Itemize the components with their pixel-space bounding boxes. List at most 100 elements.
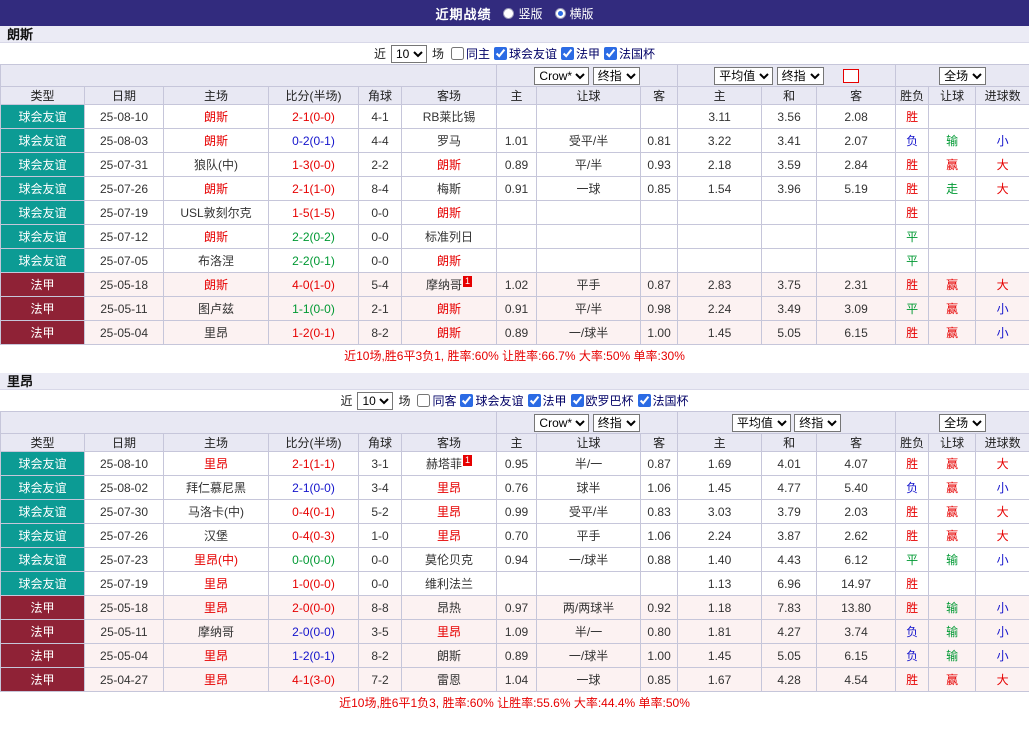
- match-date: 25-07-05: [84, 248, 164, 273]
- scope-select[interactable]: 全场: [939, 66, 987, 85]
- filter-checkbox-同客[interactable]: 同客: [417, 392, 456, 409]
- checkbox-input[interactable]: [450, 46, 464, 60]
- col-date: 日期: [84, 86, 164, 105]
- match-date: 25-05-11: [84, 619, 164, 644]
- result-cell: 胜: [895, 176, 930, 201]
- score-cell: 0-4(0-3): [268, 523, 359, 548]
- col-handicap: 让球: [536, 433, 642, 452]
- avg-draw-odds: 3.59: [761, 152, 818, 177]
- corners-cell: 3-1: [358, 451, 402, 476]
- layout-radio-vertical[interactable]: 竖版: [503, 5, 543, 22]
- team-name-text: 摩纳哥: [426, 278, 463, 292]
- handicap-line: 受平/半: [536, 128, 642, 153]
- filter-checkbox-欧罗巴杯[interactable]: 欧罗巴杯: [570, 392, 634, 409]
- match-date: 25-05-11: [84, 296, 164, 321]
- avg-select[interactable]: 平均值: [731, 413, 791, 432]
- result-cell: 胜: [895, 200, 930, 225]
- checkbox-input[interactable]: [417, 393, 431, 407]
- filter-checkbox-球会友谊[interactable]: 球会友谊: [460, 392, 524, 409]
- col-goals: 进球数: [975, 86, 1029, 105]
- checkbox-input[interactable]: [570, 393, 584, 407]
- team-name-text: 里昂: [203, 326, 228, 340]
- handicap-result-cell: 输: [928, 619, 977, 644]
- home-odds: 1.09: [496, 619, 538, 644]
- avg-time-select[interactable]: 终指: [776, 66, 824, 85]
- radio-icon: [554, 7, 566, 19]
- checkbox-label: 法国杯: [619, 46, 656, 61]
- match-row: 法甲 25-05-11 图卢兹 1-1(0-0) 2-1 朗斯 0.91 平/半 0.98 2.2…: [0, 296, 1029, 321]
- filter-checkbox-法国杯[interactable]: 法国杯: [604, 45, 655, 62]
- corners-cell: 8-2: [358, 320, 402, 345]
- away-odds: 0.80: [640, 619, 679, 644]
- filter-checkbox-法甲[interactable]: 法甲: [527, 392, 567, 409]
- avg-home-odds: 1.40: [677, 547, 763, 572]
- avg-time-select[interactable]: 终指: [794, 413, 842, 432]
- match-type-cell: 法甲: [0, 296, 85, 321]
- away-odds: 0.87: [640, 451, 679, 476]
- match-type-cell: 球会友谊: [0, 176, 85, 201]
- odds-time-select[interactable]: 终指: [592, 66, 640, 85]
- away-team: 雷恩: [400, 667, 498, 692]
- odds-company-select[interactable]: Crow*: [534, 66, 590, 85]
- checkbox-input[interactable]: [604, 46, 618, 60]
- handicap-line: 一球: [536, 176, 642, 201]
- handicap-result-cell: 赢: [928, 272, 977, 297]
- avg-home-odds: 3.03: [677, 499, 763, 524]
- handicap-result-cell: [928, 224, 977, 249]
- match-type-cell: 球会友谊: [0, 499, 85, 524]
- avg-select[interactable]: 平均值: [714, 66, 774, 85]
- checkbox-input[interactable]: [637, 393, 651, 407]
- away-team: 梅斯: [400, 176, 498, 201]
- recent-count-select[interactable]: 10: [390, 44, 427, 63]
- away-team: 里昂: [400, 523, 498, 548]
- corners-cell: 0-0: [358, 571, 402, 596]
- score-cell: 2-1(1-1): [268, 451, 359, 476]
- checkbox-input[interactable]: [527, 393, 541, 407]
- filter-checkbox-球会友谊[interactable]: 球会友谊: [494, 45, 557, 62]
- result-cell: 胜: [895, 523, 930, 548]
- home-team: 朗斯: [163, 224, 269, 249]
- handicap-result-cell: [928, 571, 977, 596]
- recent-count-select[interactable]: 10: [357, 391, 394, 410]
- odds-time-select[interactable]: 终指: [592, 413, 640, 432]
- match-type-cell: 球会友谊: [0, 451, 85, 476]
- col-odds-away: 客: [640, 433, 679, 452]
- checkbox-input[interactable]: [460, 393, 474, 407]
- match-row: 法甲 25-04-27 里昂 4-1(3-0) 7-2 雷恩 1.04 一球 0.85 1.67 4…: [0, 667, 1029, 692]
- col-corner: 角球: [358, 433, 402, 452]
- avg-away-odds: 4.07: [816, 451, 897, 476]
- page-title: 近期战绩: [435, 6, 492, 22]
- home-team: 里昂: [163, 451, 269, 476]
- layout-radio-horizontal[interactable]: 横版: [554, 5, 594, 22]
- corners-cell: 1-0: [358, 523, 402, 548]
- filter-checkbox-法国杯[interactable]: 法国杯: [637, 392, 689, 409]
- goals-result-cell: 大: [975, 272, 1029, 297]
- col-score: 比分(半场): [268, 433, 359, 452]
- avg-away-odds: 2.08: [816, 104, 897, 129]
- avg-home-odds: 3.11: [677, 104, 763, 129]
- avg-home-odds: 2.83: [677, 272, 763, 297]
- match-type-cell: 球会友谊: [0, 200, 85, 225]
- handicap-line: 一/球半: [536, 320, 642, 345]
- checkbox-input[interactable]: [494, 46, 507, 60]
- away-odds: 0.85: [640, 667, 679, 692]
- odds-company-select[interactable]: Crow*: [534, 413, 590, 432]
- checkbox-input[interactable]: [561, 46, 575, 60]
- radio-icon: [503, 7, 515, 19]
- goals-result-cell: 小: [975, 595, 1029, 620]
- team-name-text: 里昂(中): [194, 553, 238, 567]
- team-name-text: 朗斯: [437, 326, 462, 340]
- filter-checkbox-同主[interactable]: 同主: [450, 45, 490, 62]
- team-name-text: 梅斯: [437, 182, 462, 196]
- scope-select[interactable]: 全场: [939, 413, 987, 432]
- filter-checkbox-法甲[interactable]: 法甲: [561, 45, 600, 62]
- goals-result-cell: [975, 224, 1029, 249]
- avg-away-odds: 5.40: [816, 475, 897, 500]
- avg-away-odds: 5.19: [816, 176, 897, 201]
- goals-result-cell: [975, 200, 1029, 225]
- team-name-text: 朗斯: [203, 230, 228, 244]
- home-odds: 0.76: [496, 475, 538, 500]
- away-team: 朗斯: [400, 320, 498, 345]
- team-name-text: 汉堡: [203, 529, 228, 543]
- avg-home-odds: 1.81: [677, 619, 763, 644]
